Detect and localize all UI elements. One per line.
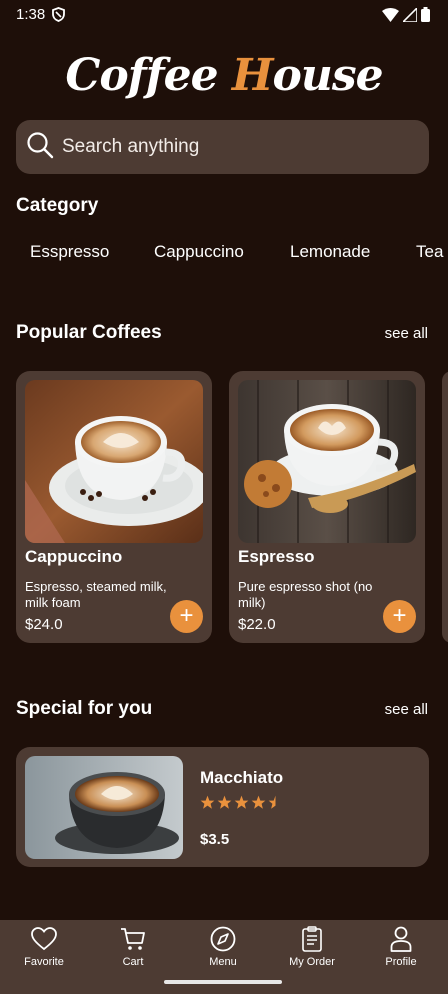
star-icon xyxy=(200,795,215,809)
nav-item-my-order[interactable]: My Order xyxy=(267,922,357,968)
battery-icon xyxy=(421,7,430,22)
shield-icon xyxy=(52,7,65,27)
popular-see-all-link[interactable]: see all xyxy=(385,325,428,342)
cart-icon xyxy=(88,922,178,956)
macchiato-image xyxy=(25,756,183,859)
espresso-image xyxy=(238,380,416,543)
product-price: $24.0 xyxy=(25,616,63,633)
nav-label: Favorite xyxy=(24,956,64,968)
search-input[interactable]: Search anything xyxy=(62,136,199,158)
special-name: Macchiato xyxy=(200,768,284,787)
nav-item-profile[interactable]: Profile xyxy=(356,922,446,968)
rating-stars xyxy=(200,795,283,810)
status-bar: 1:38 xyxy=(0,0,448,30)
category-item-espresso[interactable]: Esspresso xyxy=(30,242,109,262)
logo-word-ouse: ouse xyxy=(272,50,384,101)
heart-icon xyxy=(0,922,89,956)
receipt-icon xyxy=(267,922,357,956)
category-item-cappuccino[interactable]: Cappuccino xyxy=(154,242,244,262)
special-title: Special for you xyxy=(16,698,153,719)
product-description: Espresso, steamed milk, milk foam xyxy=(25,579,167,610)
category-item-tea[interactable]: Tea xyxy=(416,242,443,262)
add-to-cart-button[interactable]: + xyxy=(383,600,416,633)
logo-word-coffee: Coffee xyxy=(65,50,218,101)
product-name: Cappuccino xyxy=(25,547,123,566)
search-icon xyxy=(26,131,54,164)
product-description: Pure espresso shot (no milk) xyxy=(238,579,373,610)
status-time: 1:38 xyxy=(16,6,46,23)
cappuccino-image xyxy=(25,380,203,543)
app-logo: Coffee House xyxy=(0,50,448,101)
special-price: $3.5 xyxy=(200,831,230,848)
product-card-peek[interactable] xyxy=(442,371,448,643)
compass-icon xyxy=(178,922,268,956)
nav-label: Menu xyxy=(209,956,237,968)
star-icon xyxy=(217,795,232,809)
product-name: Espresso xyxy=(238,547,315,566)
plus-icon: + xyxy=(392,602,407,629)
nav-label: My Order xyxy=(289,956,335,968)
star-icon xyxy=(234,795,249,809)
nav-label: Profile xyxy=(385,956,417,968)
category-list: Esspresso Cappuccino Lemonade Tea xyxy=(30,242,448,264)
logo-letter-h: H xyxy=(231,50,274,101)
product-card-cappuccino[interactable]: Cappuccino Espresso, steamed milk, milk … xyxy=(16,371,212,643)
nav-item-menu[interactable]: Menu xyxy=(178,922,268,968)
star-icon xyxy=(251,795,266,809)
special-see-all-link[interactable]: see all xyxy=(385,701,428,718)
category-title: Category xyxy=(16,195,99,216)
status-icons xyxy=(382,7,430,22)
nav-item-cart[interactable]: Cart xyxy=(88,922,178,968)
search-bar[interactable]: Search anything xyxy=(16,120,429,174)
person-icon xyxy=(356,922,446,956)
signal-icon xyxy=(403,7,417,22)
nav-item-favorite[interactable]: Favorite xyxy=(0,922,89,968)
product-price: $22.0 xyxy=(238,616,276,633)
popular-title: Popular Coffees xyxy=(16,322,162,343)
home-indicator[interactable] xyxy=(164,980,282,984)
nav-label: Cart xyxy=(122,956,144,968)
category-item-lemonade[interactable]: Lemonade xyxy=(290,242,370,262)
plus-icon: + xyxy=(179,602,194,629)
add-to-cart-button[interactable]: + xyxy=(170,600,203,633)
product-card-espresso[interactable]: Espresso Pure espresso shot (no milk) $2… xyxy=(229,371,425,643)
half-star-icon xyxy=(268,795,276,809)
special-card-macchiato[interactable]: Macchiato $3.5 xyxy=(16,747,429,867)
wifi-icon xyxy=(382,7,399,22)
